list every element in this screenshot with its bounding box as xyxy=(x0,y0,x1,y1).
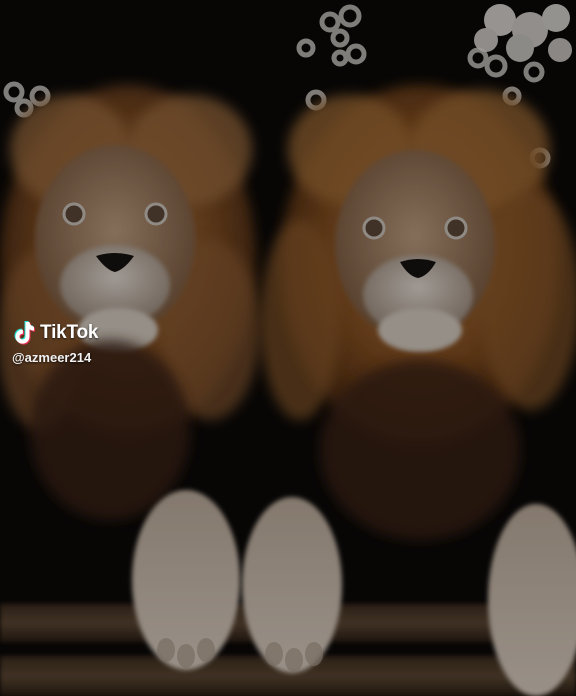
video-frame: TikTok @azmeer214 xyxy=(0,0,576,696)
tiktok-brand-text: TikTok xyxy=(40,322,99,343)
tiktok-watermark: TikTok @azmeer214 xyxy=(12,320,98,366)
tiktok-brand-row: TikTok xyxy=(12,320,98,346)
creator-handle: @azmeer214 xyxy=(12,350,92,365)
tiktok-note-icon xyxy=(14,321,35,345)
